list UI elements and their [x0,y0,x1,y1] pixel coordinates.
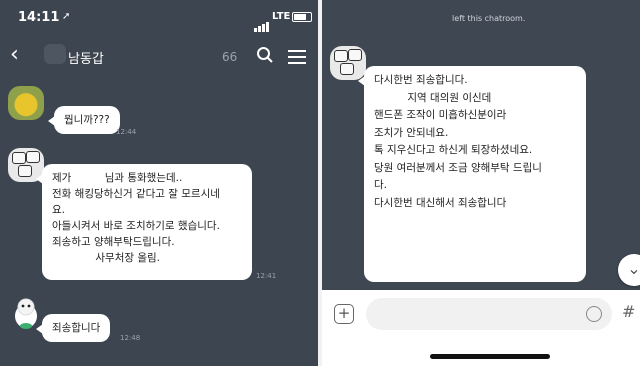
message-line: 다시한번 죄송합니다. [374,74,468,86]
home-indicator [430,354,550,359]
member-count: 66 [222,50,238,64]
emoji-icon[interactable] [586,306,602,322]
message-line: 전화 해킹당하신거 같다고 잘 모르시네 [52,188,220,200]
message-time: 12:44 [116,128,137,136]
message-line: 요. [52,204,65,216]
message-line: 조치가 안되네요. [374,126,449,139]
back-icon[interactable]: ‹ [10,42,19,67]
input-bar: + # [322,290,640,366]
status-time: 14:11 [18,10,60,25]
message-line: 톡 지우신다고 하신게 퇴장하셨네요. [374,144,533,156]
chat-header: ‹ 남동갑 66 [0,38,318,78]
hashtag-icon[interactable]: # [622,302,635,321]
chat-title: 남동갑 [68,52,104,67]
message-bubble: 죄송합니다 [35,314,111,342]
message-line: 다시한번 대신해서 죄송합니다 [374,196,507,209]
system-notice: left this chatroom. [452,14,526,23]
message-text: 뭡니까??? [64,114,110,126]
message-line: 사무처장 올림. [52,252,161,264]
plus-icon[interactable]: + [334,304,354,324]
message-text: 죄송합니다 [52,322,101,334]
message-input[interactable] [366,298,612,330]
location-icon: ➚ [62,11,71,22]
message-line: 죄송하고 양해부탁드립니다. [52,236,175,248]
signal-icon [254,13,270,32]
status-bar: 14:11 ➚ LTE [0,0,318,34]
message-bubble: 뭡니까??? [48,106,120,134]
message-time: 12:41 [256,272,277,280]
avatar[interactable] [8,86,44,120]
right-chat-screen: left this chatroom. 다시한번 죄송합니다. 지역 대의원 이… [322,0,640,366]
message-line: 당원 여러분께서 조금 양해부탁 드립니 [374,161,542,174]
search-icon[interactable] [256,46,274,64]
message-line: 다. [374,179,387,191]
message-time: 12:48 [120,334,141,342]
message-line: 제가 님과 통화했는데.. [52,172,183,184]
left-chat-screen: 14:11 ➚ LTE ‹ 남동갑 66 뭡니까??? 12:44 제가 님과 … [0,0,318,366]
menu-icon[interactable] [288,50,306,64]
message-bubble: 다시한번 죄송합니다. 지역 대의원 이신데 핸드폰 조작이 미흡하신분이라 조… [358,66,586,282]
message-line: 지역 대의원 이신데 [374,91,492,104]
message-line: 핸드폰 조작이 미흡하신분이라 [374,109,507,121]
avatar[interactable] [330,46,366,80]
message-bubble: 제가 님과 통화했는데.. 전화 해킹당하신거 같다고 잘 모르시네 요. 아들… [36,164,252,280]
network-type: LTE [272,11,291,22]
battery-icon [292,12,312,22]
chat-avatar [44,44,66,64]
message-line: 아들시켜서 바로 조치하기로 했습니다. [52,220,220,232]
